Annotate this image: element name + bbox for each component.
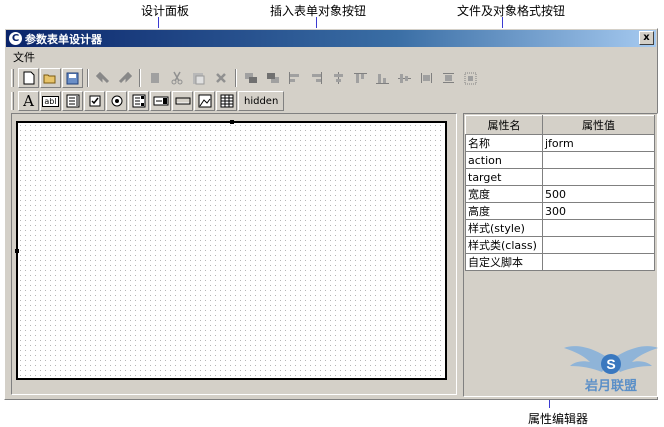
property-name: 样式(style) [465, 219, 543, 237]
logo-mark: S [606, 356, 615, 372]
property-value[interactable] [542, 253, 655, 271]
toolbar-separator [235, 69, 237, 87]
resize-handle-left[interactable] [15, 249, 19, 253]
textbox-tool-icon[interactable]: abl [40, 91, 61, 111]
callout-property-editor: 属性编辑器 [528, 412, 589, 426]
delete-icon[interactable] [210, 68, 231, 88]
resize-handle-top[interactable] [230, 120, 234, 124]
hidden-field-button[interactable]: hidden [238, 91, 285, 111]
menubar: 文件 [6, 48, 656, 65]
align-left-icon[interactable] [284, 68, 305, 88]
listbox-tool-icon[interactable] [128, 91, 149, 111]
image-tool-icon[interactable] [194, 91, 215, 111]
wings-logo-icon: S 岩月联盟 [564, 346, 658, 394]
property-table: 属性名 属性值 名称 jform action target 宽度 500 高度… [465, 115, 655, 271]
same-height-icon[interactable] [438, 68, 459, 88]
property-name: target [465, 168, 543, 186]
cut-icon[interactable] [166, 68, 187, 88]
align-top-icon[interactable] [350, 68, 371, 88]
same-width-icon[interactable] [416, 68, 437, 88]
property-value[interactable]: 500 [542, 185, 655, 203]
same-size-icon[interactable] [460, 68, 481, 88]
textbox-glyph: abl [42, 95, 59, 107]
property-value[interactable] [542, 219, 655, 237]
paste-icon[interactable] [188, 68, 209, 88]
logo-text: 岩月联盟 [584, 378, 637, 394]
property-row[interactable]: 宽度 500 [465, 185, 655, 203]
property-value[interactable]: jform [542, 134, 655, 152]
titlebar: C 参数表单设计器 x [6, 30, 656, 47]
toolbar-grip[interactable] [11, 92, 14, 110]
toolbar-grip[interactable] [11, 69, 14, 87]
property-name: 名称 [465, 134, 543, 152]
property-value[interactable] [542, 168, 655, 186]
send-back-icon[interactable] [262, 68, 283, 88]
property-name: 宽度 [465, 185, 543, 203]
property-name: 自定义脚本 [465, 253, 543, 271]
save-icon[interactable] [62, 68, 83, 88]
align-middle-icon[interactable] [394, 68, 415, 88]
property-name: 样式类(class) [465, 236, 543, 254]
radio-tool-icon[interactable] [106, 91, 127, 111]
property-name: action [465, 151, 543, 169]
toolbar-separator [87, 69, 89, 87]
property-value[interactable] [542, 151, 655, 169]
window-title: 参数表单设计器 [25, 32, 102, 46]
new-file-icon[interactable] [18, 68, 39, 88]
property-row[interactable]: 高度 300 [465, 202, 655, 220]
toolbar-separator [139, 69, 141, 87]
property-row[interactable]: 样式(style) [465, 219, 655, 237]
button-tool-icon[interactable] [172, 91, 193, 111]
property-row[interactable]: target [465, 168, 655, 186]
select-tool-icon[interactable] [150, 91, 171, 111]
copy-icon[interactable] [144, 68, 165, 88]
menu-item-file[interactable]: 文件 [13, 49, 35, 65]
undo-icon[interactable] [92, 68, 113, 88]
table-tool-icon[interactable] [216, 91, 237, 111]
callout-format-buttons: 文件及对象格式按钮 [457, 4, 566, 18]
checkbox-tool-icon[interactable] [84, 91, 105, 111]
property-row[interactable]: 自定义脚本 [465, 253, 655, 271]
property-value-header: 属性值 [542, 115, 655, 135]
textarea-tool-icon[interactable] [62, 91, 83, 111]
toolbar-insert: A abl hidden [11, 90, 285, 112]
align-bottom-icon[interactable] [372, 68, 393, 88]
bring-front-icon[interactable] [240, 68, 261, 88]
open-folder-icon[interactable] [40, 68, 61, 88]
design-panel[interactable] [15, 120, 447, 380]
property-value[interactable] [542, 236, 655, 254]
property-row[interactable]: 样式类(class) [465, 236, 655, 254]
label-tool-icon[interactable]: A [18, 91, 39, 111]
toolbar-format [11, 67, 482, 89]
align-right-icon[interactable] [306, 68, 327, 88]
redo-icon[interactable] [114, 68, 135, 88]
property-name-header: 属性名 [465, 115, 543, 135]
property-row[interactable]: 名称 jform [465, 134, 655, 152]
property-row[interactable]: action [465, 151, 655, 169]
close-button[interactable]: x [639, 31, 654, 45]
app-icon: C [9, 32, 22, 45]
property-name: 高度 [465, 202, 543, 220]
align-center-icon[interactable] [328, 68, 349, 88]
callout-design-panel: 设计面板 [141, 4, 190, 18]
watermark-logo: S 岩月联盟 [562, 340, 660, 396]
property-value[interactable]: 300 [542, 202, 655, 220]
callout-insert-buttons: 插入表单对象按钮 [270, 4, 367, 18]
